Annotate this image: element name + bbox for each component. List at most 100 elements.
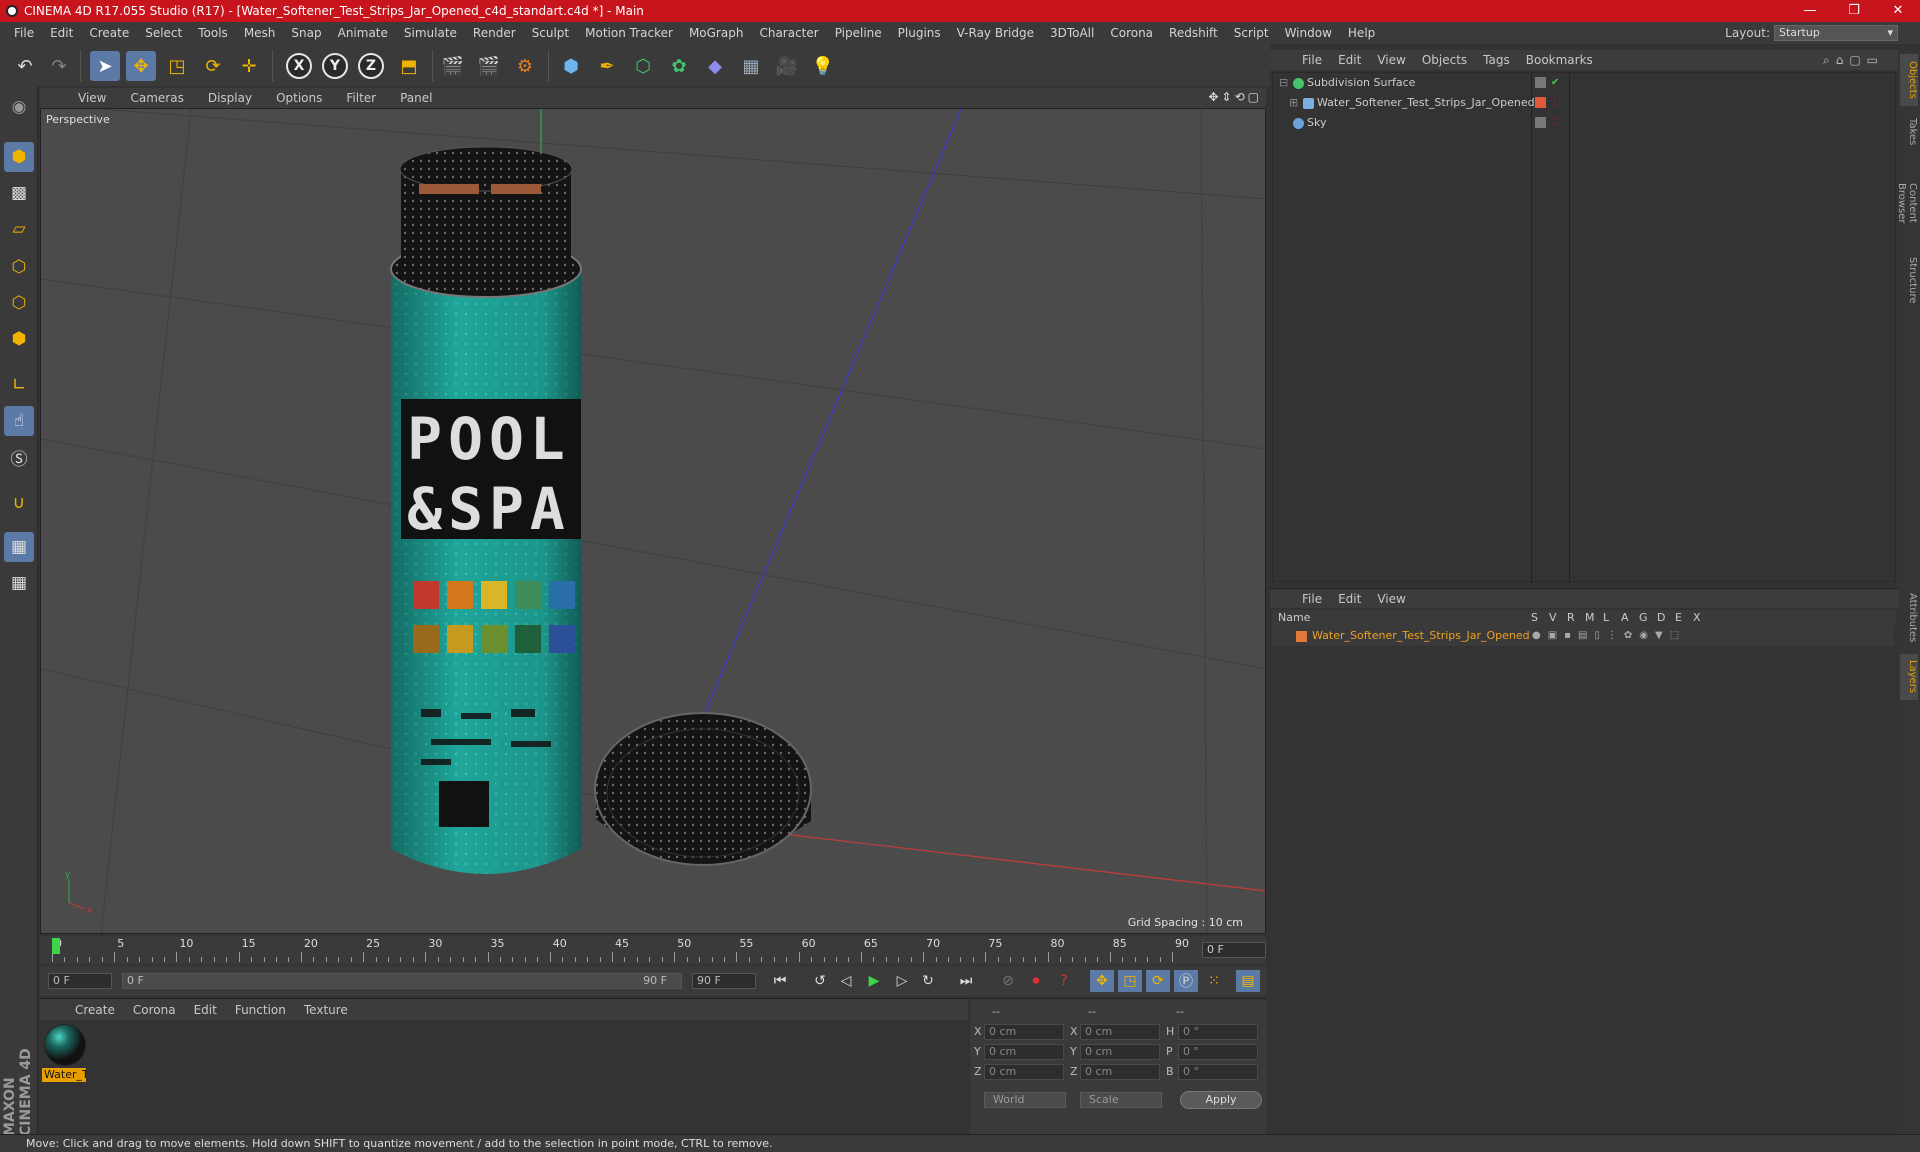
menu-corona[interactable]: Corona: [1102, 22, 1161, 44]
layer-tag-icon[interactable]: [1535, 117, 1546, 128]
pen-spline-icon[interactable]: ✒: [592, 51, 622, 81]
play-icon[interactable]: ▶: [862, 970, 886, 992]
layer-menu-view[interactable]: View: [1369, 592, 1413, 606]
layer-col-animation[interactable]: A: [1621, 610, 1629, 626]
menu-file[interactable]: File: [6, 22, 42, 44]
camera-icon[interactable]: 🎥: [772, 51, 802, 81]
make-editable-icon[interactable]: ◉: [4, 92, 34, 122]
object-row-jar[interactable]: ⊞ Water_Softener_Test_Strips_Jar_Opened …: [1273, 93, 1895, 113]
record-active-icon[interactable]: ⏺: [1024, 970, 1048, 992]
object-menu-view[interactable]: View: [1369, 53, 1413, 67]
material-menu-corona[interactable]: Corona: [124, 1003, 185, 1017]
key-parameter-icon[interactable]: Ⓟ: [1174, 970, 1198, 992]
3d-viewport[interactable]: POOL &SPA y x Perspective Grid Spacing :…: [40, 108, 1266, 934]
next-key-icon[interactable]: ↻: [916, 970, 940, 992]
model-mode-icon[interactable]: ⬢: [4, 142, 34, 172]
layer-toggle-icons[interactable]: ●▣▪▤▯⋮✿◉▼⬚: [1532, 626, 1686, 646]
menu-plugins[interactable]: Plugins: [890, 22, 949, 44]
minimize-button[interactable]: —: [1788, 0, 1832, 22]
material-menu-function[interactable]: Function: [226, 1003, 295, 1017]
layout-select[interactable]: Startup: [1774, 25, 1898, 41]
menu-window[interactable]: Window: [1277, 22, 1340, 44]
viewport-menu-view[interactable]: View: [66, 91, 118, 105]
texture-mode-icon[interactable]: ▩: [4, 178, 34, 208]
go-to-end-icon[interactable]: ⏭: [954, 970, 978, 992]
coordinate-mode-select[interactable]: World: [984, 1092, 1066, 1108]
size-mode-select[interactable]: Scale: [1080, 1092, 1162, 1108]
tab-takes[interactable]: Takes: [1900, 110, 1918, 154]
menu-animate[interactable]: Animate: [330, 22, 396, 44]
enabled-check-icon[interactable]: ✔: [1551, 73, 1559, 93]
menu-script[interactable]: Script: [1226, 22, 1277, 44]
points-mode-icon[interactable]: ⬡: [4, 252, 34, 282]
z-axis-icon[interactable]: Z: [358, 53, 384, 79]
key-scale-icon[interactable]: ◳: [1118, 970, 1142, 992]
rotation-h-field[interactable]: 0 °: [1178, 1024, 1258, 1040]
go-to-start-icon[interactable]: ⏮: [768, 970, 792, 992]
select-arrow-icon[interactable]: ➤: [90, 51, 120, 81]
undo-icon[interactable]: ↶: [10, 51, 40, 81]
timeline-ruler[interactable]: 051015202530354045505560657075808590 0 F: [40, 936, 1266, 964]
subdivision-icon[interactable]: ⬡: [628, 51, 658, 81]
workplane-mode-icon[interactable]: ▱: [4, 214, 34, 244]
viewport-navigation-icons[interactable]: ✥⇕⟲▢: [1208, 90, 1262, 104]
object-menu-bookmarks[interactable]: Bookmarks: [1518, 53, 1601, 67]
render-view-icon[interactable]: 🎬: [438, 51, 468, 81]
previous-key-icon[interactable]: ↺: [808, 970, 832, 992]
menu-tools[interactable]: Tools: [190, 22, 236, 44]
key-rotation-icon[interactable]: ⟳: [1146, 970, 1170, 992]
menu-render[interactable]: Render: [465, 22, 524, 44]
viewport-menu-display[interactable]: Display: [196, 91, 264, 105]
workplane-grid-icon[interactable]: ▦: [4, 568, 34, 598]
lock-workplane-icon[interactable]: ▦: [4, 532, 34, 562]
menu-character[interactable]: Character: [751, 22, 826, 44]
snap-icon[interactable]: Ⓢ: [4, 442, 34, 472]
size-y-field[interactable]: 0 cm: [1080, 1044, 1160, 1060]
object-menu-edit[interactable]: Edit: [1330, 53, 1369, 67]
menu-edit[interactable]: Edit: [42, 22, 81, 44]
frame-range-slider[interactable]: 0 F 90 F: [122, 973, 682, 989]
object-row-subdivision-surface[interactable]: ⊟ Subdivision Surface ✔: [1273, 73, 1895, 93]
menu-pipeline[interactable]: Pipeline: [827, 22, 890, 44]
key-position-icon[interactable]: ✥: [1090, 970, 1114, 992]
layer-color-icon[interactable]: [1535, 97, 1546, 108]
tweak-mode-icon[interactable]: ☝: [4, 406, 34, 436]
scale-icon[interactable]: ◳: [162, 51, 192, 81]
restore-button[interactable]: ❐: [1832, 0, 1876, 22]
position-z-field[interactable]: 0 cm: [984, 1064, 1064, 1080]
tab-objects[interactable]: Objects: [1900, 54, 1918, 106]
playhead[interactable]: [52, 938, 60, 954]
layer-color-swatch[interactable]: [1296, 631, 1307, 642]
jar-lid-model[interactable]: [594, 712, 812, 866]
collapse-icon[interactable]: ⊟: [1279, 73, 1288, 93]
position-x-field[interactable]: 0 cm: [984, 1024, 1064, 1040]
menu-mograph[interactable]: MoGraph: [681, 22, 752, 44]
light-icon[interactable]: 💡: [808, 51, 838, 81]
menu-sculpt[interactable]: Sculpt: [524, 22, 577, 44]
menu-redshift[interactable]: Redshift: [1161, 22, 1226, 44]
menu-mesh[interactable]: Mesh: [236, 22, 284, 44]
render-picture-viewer-icon[interactable]: 🎬: [474, 51, 504, 81]
move-icon[interactable]: ✥: [126, 51, 156, 81]
material-menu-texture[interactable]: Texture: [295, 1003, 357, 1017]
timeline-ticks[interactable]: 051015202530354045505560657075808590: [48, 936, 1189, 964]
coordinate-system-icon[interactable]: ⬒: [394, 51, 424, 81]
tab-attributes[interactable]: Attributes: [1900, 586, 1918, 650]
menu-motion-tracker[interactable]: Motion Tracker: [577, 22, 681, 44]
end-frame-field[interactable]: 90 F: [692, 973, 756, 989]
material-name[interactable]: Water_T: [42, 1068, 86, 1082]
layer-col-generators[interactable]: G: [1639, 610, 1648, 626]
object-manager-nav-icons[interactable]: ⌕⌂▢▭: [1823, 53, 1884, 68]
previous-frame-icon[interactable]: ◁: [834, 970, 858, 992]
layer-row[interactable]: Water_Softener_Test_Strips_Jar_Opened ●▣…: [1272, 626, 1894, 646]
next-frame-icon[interactable]: ▷: [890, 970, 914, 992]
axis-mode-icon[interactable]: ∟: [4, 370, 34, 400]
rotation-b-field[interactable]: 0 °: [1178, 1064, 1258, 1080]
layer-menu-edit[interactable]: Edit: [1330, 592, 1369, 606]
deformer-icon[interactable]: ◆: [700, 51, 730, 81]
y-axis-icon[interactable]: Y: [322, 53, 348, 79]
viewport-menu-panel[interactable]: Panel: [388, 91, 444, 105]
autokey-icon[interactable]: ?: [1052, 970, 1076, 992]
object-menu-objects[interactable]: Objects: [1414, 53, 1475, 67]
viewport-menu-filter[interactable]: Filter: [334, 91, 388, 105]
